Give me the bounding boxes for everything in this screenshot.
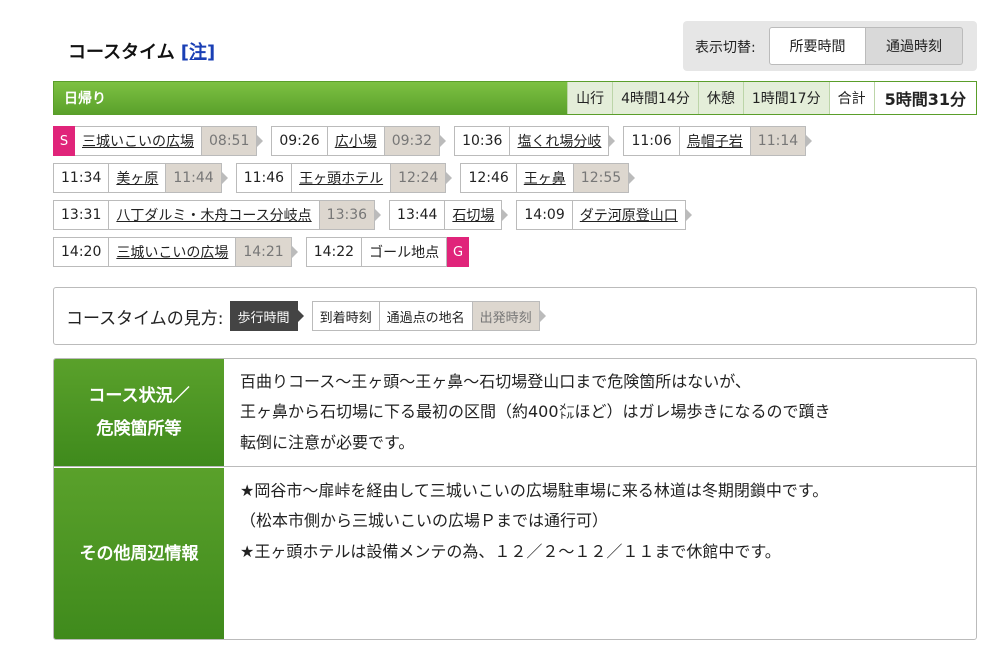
arrow-icon: [221, 172, 228, 184]
course-stop: 13:31 八丁ダルミ・木舟コース分岐点 13:36: [53, 200, 382, 230]
stop-depart: 11:14: [750, 126, 807, 156]
legend-depart-time: 出発時刻: [472, 301, 540, 331]
info-table: コース状況／ 危険箇所等 百曲りコース～王ヶ頭～王ヶ鼻～石切場登山口まで危険箇所…: [53, 358, 977, 640]
stop-place[interactable]: ダテ河原登山口: [572, 200, 686, 230]
total-label: 合計: [828, 82, 874, 114]
danger-text-line: 王ヶ鼻から石切場に下る最初の区間（約400㍍ほど）はガレ場歩きになるので躓き: [240, 402, 831, 422]
display-toggle: 表示切替: 所要時間 通過時刻: [683, 21, 977, 71]
course-stop: 14:22 ゴール地点 G: [305, 237, 470, 267]
other-text-line: （松本市側から三城いこいの広場Ｐまでは通行可）: [240, 511, 609, 531]
arrow-icon: [502, 209, 509, 221]
course-stop: S 三城いこいの広場 08:51: [53, 126, 264, 156]
summary-bar: 日帰り 山行 4時間14分 休憩 1時間17分 合計 5時間31分: [53, 81, 977, 115]
danger-heading-line-2: 危険箇所等: [96, 418, 182, 439]
stop-depart: 12:55: [573, 163, 630, 193]
stop-place: ゴール地点: [362, 237, 448, 267]
course-stop: 10:36 塩くれ場分岐: [454, 126, 616, 156]
legend-title: コースタイムの見方:: [66, 308, 224, 329]
danger-heading-line-1: コース状況／: [88, 386, 190, 407]
stop-place[interactable]: 烏帽子岩: [679, 126, 751, 156]
course-stop: 11:46 王ヶ頭ホテル 12:24: [235, 163, 453, 193]
climb-label: 山行: [567, 82, 613, 114]
rest-value: 1時間17分: [742, 82, 829, 114]
info-row-danger: コース状況／ 危険箇所等 百曲りコース～王ヶ頭～王ヶ鼻～石切場登山口まで危険箇所…: [54, 359, 976, 467]
other-text-line: ★王ヶ頭ホテルは設備メンテの為、１２／２～１２／１１まで休館中です。: [240, 541, 781, 561]
course-row-1: S 三城いこいの広場 08:51 09:26 広小場 09:32 10:36 塩…: [53, 126, 820, 156]
other-body: ★岡谷市～扉峠を経由して三城いこいの広場駐車場に来る林道は冬期閉鎖中です。 （松…: [224, 468, 976, 639]
course-stop: 11:34 美ヶ原 11:44: [53, 163, 228, 193]
stop-place[interactable]: 石切場: [445, 200, 503, 230]
stop-depart: 12:24: [391, 163, 447, 193]
course-stop: 12:46 王ヶ鼻 12:55: [460, 163, 636, 193]
arrow-icon: [440, 135, 447, 147]
stop-place[interactable]: 王ヶ鼻: [516, 163, 574, 193]
course-stop: 14:20 三城いこいの広場 14:21: [53, 237, 298, 267]
goal-marker: G: [447, 237, 470, 267]
arrow-icon: [446, 172, 453, 184]
stop-arrive: 09:26: [271, 126, 328, 156]
stop-depart: 13:36: [319, 200, 376, 230]
stop-place[interactable]: 三城いこいの広場: [109, 237, 237, 267]
arrow-icon: [806, 135, 813, 147]
course-stop: 13:44 石切場: [389, 200, 509, 230]
arrow-icon: [291, 246, 298, 258]
course-stop: 11:06 烏帽子岩 11:14: [623, 126, 813, 156]
stop-place[interactable]: 王ヶ頭ホテル: [292, 163, 392, 193]
stop-arrive: 13:31: [53, 200, 110, 230]
stop-arrive: 14:09: [516, 200, 573, 230]
arrow-icon: [609, 135, 616, 147]
arrow-icon: [257, 135, 264, 147]
stop-place[interactable]: 美ヶ原: [109, 163, 167, 193]
stop-depart: 14:21: [236, 237, 292, 267]
stop-place[interactable]: 八丁ダルミ・木舟コース分岐点: [109, 200, 320, 230]
stop-arrive: 10:36: [454, 126, 511, 156]
required-time-button[interactable]: 所要時間: [769, 27, 866, 65]
climb-value: 4時間14分: [612, 82, 698, 114]
trip-type: 日帰り: [54, 82, 568, 114]
legend-walk-time: 歩行時間: [229, 301, 298, 331]
arrow-icon: [539, 310, 546, 322]
stop-place[interactable]: 広小場: [327, 126, 385, 156]
other-heading: その他周辺情報: [54, 468, 224, 639]
danger-body: 百曲りコース～王ヶ頭～王ヶ鼻～石切場登山口まで危険箇所はないが、 王ヶ鼻から石切…: [224, 359, 976, 466]
course-time-title: コースタイム [注]: [68, 38, 215, 64]
stop-arrive: 11:34: [53, 163, 110, 193]
course-row-2: 11:34 美ヶ原 11:44 11:46 王ヶ頭ホテル 12:24 12:46…: [53, 163, 643, 193]
arrow-icon: [297, 310, 304, 322]
rest-label: 休憩: [697, 82, 743, 114]
stop-arrive: 11:06: [623, 126, 680, 156]
passing-time-button[interactable]: 通過時刻: [866, 27, 963, 65]
danger-heading: コース状況／ 危険箇所等: [54, 359, 224, 466]
danger-text-line: 転倒に注意が必要です。: [240, 432, 415, 452]
total-value: 5時間31分: [873, 82, 976, 114]
course-row-3: 13:31 八丁ダルミ・木舟コース分岐点 13:36 13:44 石切場 14:…: [53, 200, 700, 230]
legend-place-name: 通過点の地名: [379, 301, 473, 331]
note-link[interactable]: [注]: [181, 42, 215, 63]
arrow-icon: [375, 209, 382, 221]
stop-depart: 09:32: [384, 126, 441, 156]
other-text-line: ★岡谷市～扉峠を経由して三城いこいの広場駐車場に来る林道は冬期閉鎖中です。: [240, 481, 829, 500]
course-row-4: 14:20 三城いこいの広場 14:21 14:22 ゴール地点 G: [53, 237, 477, 267]
arrow-icon: [685, 209, 692, 221]
start-marker: S: [53, 126, 75, 156]
stop-arrive: 13:44: [389, 200, 446, 230]
title-text: コースタイム: [68, 42, 175, 63]
stop-place[interactable]: 三城いこいの広場: [75, 126, 202, 156]
danger-text-line: 百曲りコース～王ヶ頭～王ヶ鼻～石切場登山口まで危険箇所はないが、: [240, 372, 751, 391]
legend-box: コースタイムの見方: 歩行時間 到着時刻 通過点の地名 出発時刻: [53, 287, 977, 345]
legend-arrive-time: 到着時刻: [311, 301, 380, 331]
stop-arrive: 14:22: [305, 237, 363, 267]
stop-arrive: 11:46: [235, 163, 293, 193]
info-row-other: その他周辺情報 ★岡谷市～扉峠を経由して三城いこいの広場駐車場に来る林道は冬期閉…: [54, 468, 976, 639]
course-stop: 14:09 ダテ河原登山口: [516, 200, 692, 230]
course-stop: 09:26 広小場 09:32: [271, 126, 447, 156]
stop-depart: 08:51: [202, 126, 258, 156]
arrow-icon: [629, 172, 636, 184]
stop-depart: 11:44: [166, 163, 222, 193]
toggle-label: 表示切替:: [695, 40, 756, 56]
stop-arrive: 12:46: [460, 163, 517, 193]
stop-place[interactable]: 塩くれ場分岐: [510, 126, 610, 156]
stop-arrive: 14:20: [53, 237, 110, 267]
